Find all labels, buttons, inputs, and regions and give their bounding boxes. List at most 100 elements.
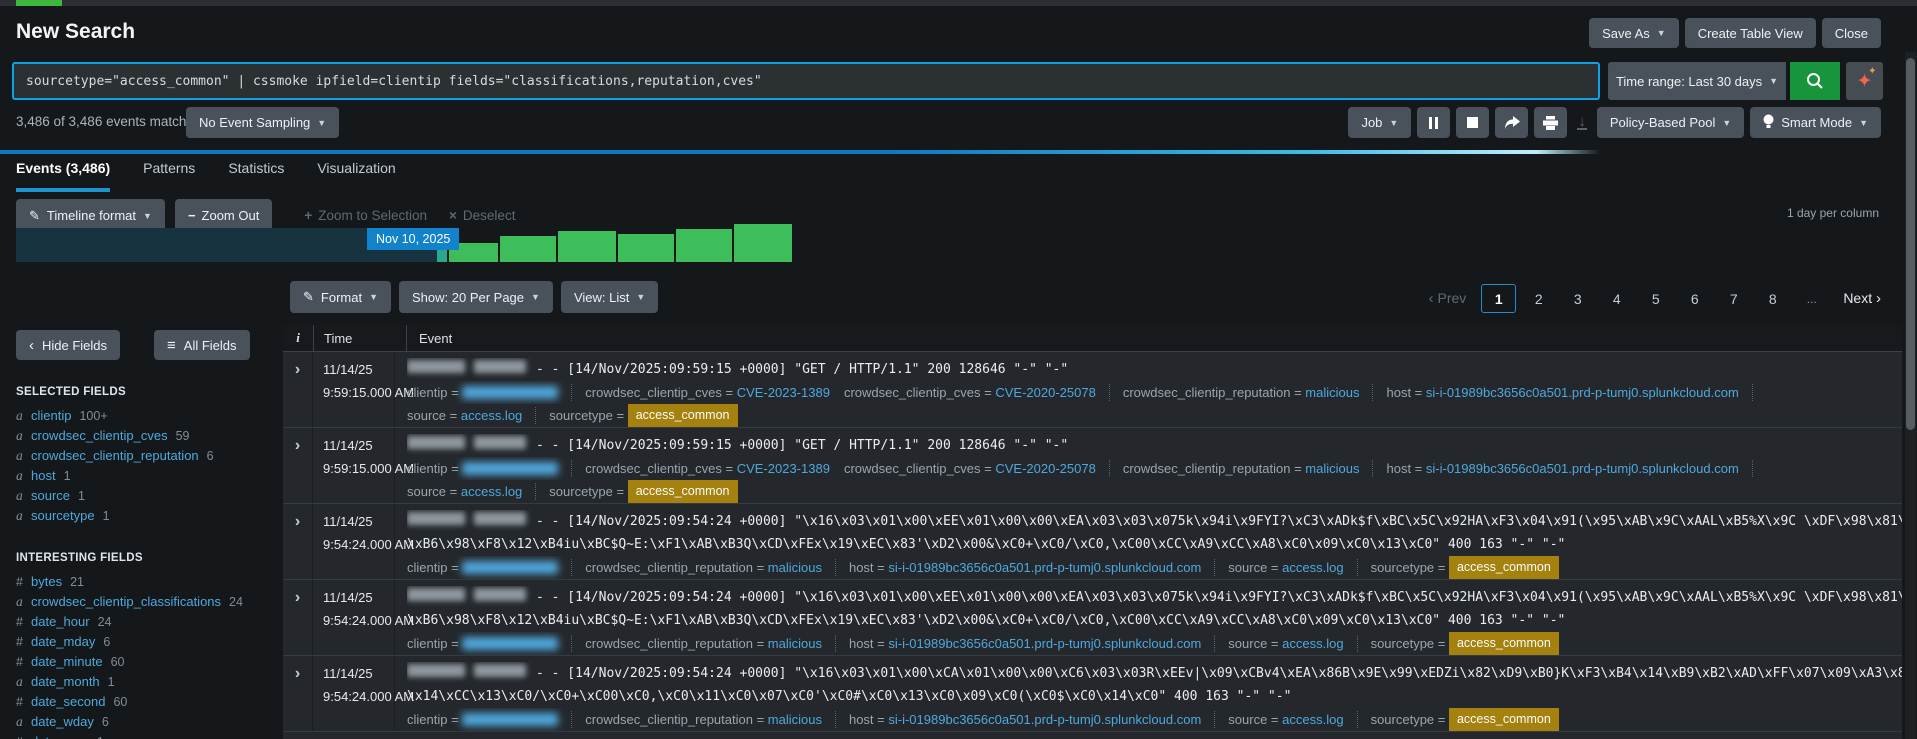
timeline-bar[interactable]: [500, 236, 556, 262]
field-value-link[interactable]: access.log: [1282, 632, 1343, 655]
share-job-button[interactable]: [1495, 107, 1528, 138]
field-link[interactable]: bytes: [31, 574, 62, 589]
event-clock: 9:54:24.000 AM: [323, 533, 394, 556]
field-value-link[interactable]: access.log: [1282, 556, 1343, 579]
field-value-link[interactable]: malicious: [1305, 457, 1359, 480]
hide-fields-button[interactable]: ‹ Hide Fields: [16, 330, 120, 360]
view-mode-button[interactable]: View: List ▼: [561, 281, 658, 313]
tab-visualization[interactable]: Visualization: [317, 160, 395, 192]
timeline-bar[interactable]: [734, 224, 792, 262]
event-expand-toggle[interactable]: ›: [283, 580, 313, 655]
timeline-bar[interactable]: [618, 234, 674, 262]
chevron-down-icon: ▼: [369, 292, 378, 302]
page-scrollbar[interactable]: [1905, 52, 1916, 739]
format-label: Format: [321, 290, 362, 305]
event-timeline-chart[interactable]: Nov 10, 2025: [16, 224, 1896, 262]
per-page-button[interactable]: Show: 20 Per Page ▼: [399, 281, 553, 313]
job-label: Job: [1361, 115, 1382, 130]
job-menu-button[interactable]: Job ▼: [1348, 107, 1411, 138]
page-number[interactable]: 7: [1717, 285, 1750, 312]
field-link[interactable]: crowdsec_clientip_classifications: [31, 594, 221, 609]
field-link[interactable]: date_month: [31, 674, 100, 689]
field-value-link[interactable]: CVE-2023-1389: [737, 457, 830, 480]
field-link[interactable]: sourcetype: [31, 508, 95, 523]
page-number[interactable]: 6: [1678, 285, 1711, 312]
field-link[interactable]: crowdsec_clientip_reputation: [31, 448, 199, 463]
run-search-button[interactable]: [1790, 62, 1840, 100]
next-page-button[interactable]: Next ›: [1843, 290, 1881, 307]
field-link[interactable]: source: [31, 488, 70, 503]
field-link[interactable]: date_hour: [31, 614, 90, 629]
sourcetype-tag[interactable]: access_common: [628, 404, 738, 427]
timeline-bar[interactable]: [558, 231, 616, 262]
event-fields-line: clientip = crowdsec_clientip_cves = CVE-…: [407, 381, 1902, 404]
page-number[interactable]: 1: [1481, 284, 1516, 313]
field-value-link[interactable]: si-i-01989bc3656c0a501.prd-p-tumj0.splun…: [888, 556, 1201, 579]
page-number[interactable]: 2: [1522, 285, 1555, 312]
timeline-tooltip: Nov 10, 2025: [367, 228, 459, 250]
field-link[interactable]: date_second: [31, 694, 105, 709]
field-link[interactable]: date_year: [31, 734, 89, 739]
event-expand-toggle[interactable]: ›: [283, 428, 313, 503]
page-number[interactable]: 8: [1756, 285, 1789, 312]
tab-statistics[interactable]: Statistics: [228, 160, 284, 192]
field-count: 6: [207, 449, 214, 463]
page-number[interactable]: 3: [1561, 285, 1594, 312]
stop-job-button[interactable]: [1456, 107, 1489, 138]
tab-events[interactable]: Events (3,486): [16, 160, 110, 192]
sourcetype-tag[interactable]: access_common: [1449, 632, 1559, 655]
scrollbar-thumb[interactable]: [1906, 58, 1915, 430]
timeline-bar[interactable]: [676, 229, 732, 262]
field-value-link[interactable]: access.log: [1282, 708, 1343, 731]
event-rows: ›11/14/259:59:15.000 AM- - [14/Nov/2025:…: [283, 352, 1902, 732]
field-value-link[interactable]: malicious: [768, 556, 822, 579]
field-value-link[interactable]: malicious: [768, 632, 822, 655]
field-value-link[interactable]: malicious: [1305, 381, 1359, 404]
search-mode-button[interactable]: Smart Mode ▼: [1750, 107, 1881, 138]
equals-sign: =: [1267, 708, 1282, 731]
pause-job-button[interactable]: [1417, 107, 1450, 138]
event-expand-toggle[interactable]: ›: [283, 352, 313, 427]
field-value-link[interactable]: si-i-01989bc3656c0a501.prd-p-tumj0.splun…: [888, 632, 1201, 655]
field-separator: [1357, 635, 1358, 652]
ai-assistant-button[interactable]: ✦✦: [1846, 62, 1883, 100]
field-value-link[interactable]: CVE-2020-25078: [995, 381, 1095, 404]
field-link[interactable]: clientip: [31, 408, 71, 423]
event-expand-toggle[interactable]: ›: [283, 656, 313, 731]
create-table-view-button[interactable]: Create Table View: [1685, 18, 1816, 48]
field-value-link[interactable]: si-i-01989bc3656c0a501.prd-p-tumj0.splun…: [888, 708, 1201, 731]
tab-patterns[interactable]: Patterns: [143, 160, 195, 192]
field-value-link[interactable]: malicious: [768, 708, 822, 731]
field-link[interactable]: date_wday: [31, 714, 94, 729]
equals-sign: =: [1411, 457, 1426, 480]
field-link[interactable]: date_minute: [31, 654, 103, 669]
print-job-button[interactable]: [1534, 107, 1567, 138]
all-fields-button[interactable]: ≡ All Fields: [154, 330, 250, 360]
field-value-link[interactable]: si-i-01989bc3656c0a501.prd-p-tumj0.splun…: [1426, 381, 1739, 404]
event-sampling-button[interactable]: No Event Sampling ▼: [186, 107, 339, 138]
field-link[interactable]: date_mday: [31, 634, 95, 649]
event-expand-toggle[interactable]: ›: [283, 504, 313, 579]
page-number[interactable]: 5: [1639, 285, 1672, 312]
page-number[interactable]: 4: [1600, 285, 1633, 312]
time-range-picker[interactable]: Time range: Last 30 days ▼: [1608, 62, 1786, 100]
field-value-link[interactable]: si-i-01989bc3656c0a501.prd-p-tumj0.splun…: [1426, 457, 1739, 480]
pool-selector-button[interactable]: Policy-Based Pool ▼: [1597, 107, 1744, 138]
field-link[interactable]: host: [31, 468, 56, 483]
sourcetype-tag[interactable]: access_common: [1449, 556, 1559, 579]
field-value-link[interactable]: access.log: [461, 480, 522, 503]
sourcetype-tag[interactable]: access_common: [628, 480, 738, 503]
sourcetype-tag[interactable]: access_common: [1449, 708, 1559, 731]
field-item: adate_month1: [0, 672, 283, 692]
save-as-button[interactable]: Save As ▼: [1589, 18, 1679, 48]
field-type-prefix: #: [16, 692, 31, 712]
field-value-link[interactable]: CVE-2020-25078: [995, 457, 1095, 480]
field-separator: [1372, 384, 1373, 401]
field-value-link[interactable]: access.log: [461, 404, 522, 427]
field-value-link[interactable]: CVE-2023-1389: [737, 381, 830, 404]
search-input[interactable]: sourcetype="access_common" | cssmoke ipf…: [12, 62, 1600, 100]
format-button[interactable]: ✎ Format ▼: [290, 281, 391, 313]
event-field: crowdsec_clientip_reputation = malicious: [585, 556, 822, 579]
close-button[interactable]: Close: [1822, 18, 1881, 48]
field-link[interactable]: crowdsec_clientip_cves: [31, 428, 168, 443]
